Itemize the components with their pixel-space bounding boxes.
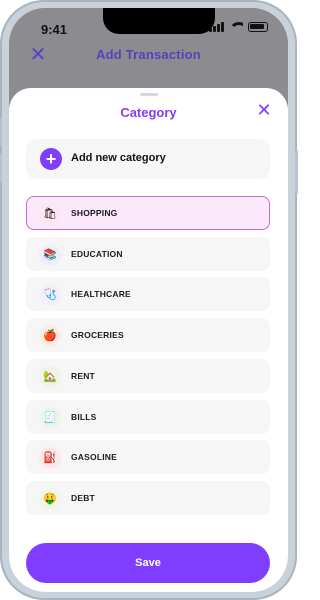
category-item-debt[interactable]: 🤑 DEBT bbox=[26, 480, 270, 515]
app-header: ✕ Add Transaction bbox=[9, 44, 288, 74]
category-item-rent[interactable]: 🏡 RENT bbox=[26, 358, 270, 393]
page-title: Add Transaction bbox=[96, 47, 201, 62]
category-label: EDUCATION bbox=[71, 248, 123, 259]
money-face-icon: 🤑 bbox=[39, 487, 61, 510]
category-item-bills[interactable]: 🧾 BILLS bbox=[26, 399, 270, 434]
category-item-education[interactable]: 📚 EDUCATION bbox=[26, 236, 270, 271]
volume-up-button bbox=[0, 118, 2, 146]
wifi-icon bbox=[229, 22, 243, 32]
volume-down-button bbox=[0, 154, 2, 182]
status-time: 9:41 bbox=[41, 22, 68, 37]
category-item-gasoline[interactable]: ⛽ GASOLINE bbox=[26, 440, 270, 475]
notch bbox=[103, 8, 215, 34]
category-label: DEBT bbox=[71, 492, 95, 503]
phone-frame: 9:41 ✕ Add Transaction Category ✕ + Add … bbox=[0, 0, 298, 600]
screen: 9:41 ✕ Add Transaction Category ✕ + Add … bbox=[9, 8, 288, 592]
category-item-shopping[interactable]: 🛍 SHOPPING bbox=[26, 196, 270, 230]
category-label: HEALTHCARE bbox=[71, 289, 131, 300]
category-item-healthcare[interactable]: 🩺 HEALTHCARE bbox=[26, 277, 270, 312]
add-category-button[interactable]: + Add new category bbox=[26, 139, 270, 179]
category-label: GROCERIES bbox=[71, 330, 124, 341]
fuel-pump-icon: ⛽ bbox=[39, 447, 61, 470]
add-category-label: Add new category bbox=[71, 152, 166, 164]
category-sheet: Category ✕ + Add new category 🛍 SHOPPING 📚… bbox=[9, 88, 288, 592]
category-label: GASOLINE bbox=[71, 452, 117, 463]
battery-icon bbox=[248, 22, 268, 32]
close-icon[interactable]: ✕ bbox=[255, 101, 273, 119]
category-label: SHOPPING bbox=[71, 208, 118, 218]
books-icon: 📚 bbox=[39, 243, 61, 266]
receipt-icon: 🧾 bbox=[39, 406, 61, 429]
power-button bbox=[295, 150, 298, 194]
stethoscope-icon: 🩺 bbox=[39, 284, 61, 307]
category-label: BILLS bbox=[71, 411, 97, 422]
category-label: RENT bbox=[71, 370, 95, 381]
sheet-title: Category bbox=[120, 105, 177, 120]
save-button[interactable]: Save bbox=[26, 543, 270, 583]
shopping-bag-icon: 🛍 bbox=[39, 203, 61, 225]
house-icon: 🏡 bbox=[39, 365, 61, 388]
sheet-grabber[interactable] bbox=[140, 93, 158, 96]
status-icons bbox=[209, 22, 268, 32]
category-item-groceries[interactable]: 🍎 GROCERIES bbox=[26, 318, 270, 353]
apple-icon: 🍎 bbox=[39, 325, 61, 348]
plus-icon: + bbox=[40, 148, 62, 170]
